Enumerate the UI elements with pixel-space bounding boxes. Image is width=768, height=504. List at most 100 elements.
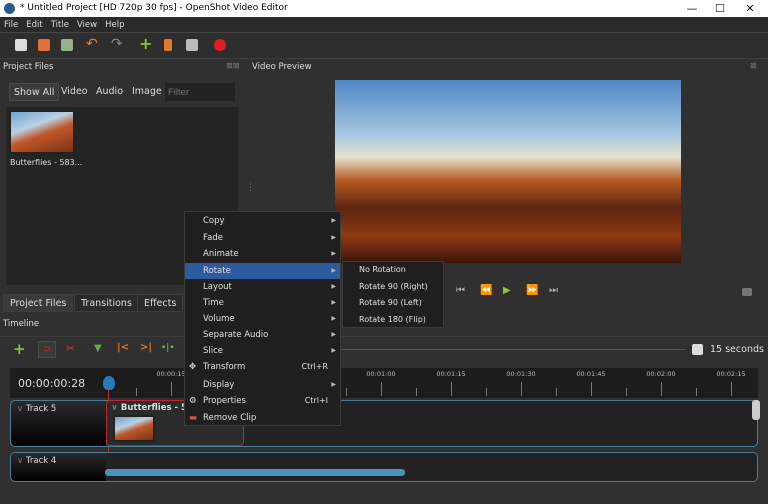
import-files-icon[interactable]: + <box>139 34 152 53</box>
timeline-scrollbar-thumb[interactable] <box>105 469 405 476</box>
ruler-label: 00:01:00 <box>366 370 396 378</box>
rotate-option[interactable]: Rotate 180 (Flip) <box>343 312 443 328</box>
clip-context-menu: Copy ▶ Fade ▶ Animate ▶ Rotate ▶ Layout ▶ Time ▶ Vol… <box>184 211 341 426</box>
playhead-handle[interactable] <box>103 376 115 390</box>
filter-video[interactable]: Video <box>57 83 92 101</box>
menu-item-display[interactable]: Display ▶ <box>185 377 340 393</box>
center-playhead-icon[interactable]: •|• <box>161 343 175 353</box>
clip-thumbnail <box>113 415 155 442</box>
filter-audio[interactable]: Audio <box>92 83 127 101</box>
menu-item-label: Copy <box>203 216 225 226</box>
menu-item-layout[interactable]: Layout ▶ <box>185 279 340 295</box>
tab-effects[interactable]: Effects <box>137 294 184 312</box>
maximize-button[interactable]: ☐ <box>706 0 734 17</box>
rotate-option[interactable]: No Rotation <box>343 262 443 278</box>
zoom-slider-handle[interactable] <box>692 344 703 355</box>
tab-transitions[interactable]: Transitions <box>74 294 139 312</box>
file-item[interactable]: Butterflies - 583... <box>8 110 82 170</box>
ruler-tick <box>591 382 592 396</box>
submenu-arrow-icon: ▶ <box>331 315 336 322</box>
zoom-slider-track[interactable] <box>340 349 685 350</box>
redo-icon[interactable]: ↷ <box>111 36 123 52</box>
ruler-tick <box>486 388 487 396</box>
splitter-handle[interactable]: ⋮ <box>246 183 255 193</box>
previous-marker-icon[interactable]: |< <box>117 342 129 353</box>
track-4[interactable]: ∨ Track 4 <box>10 452 758 482</box>
panel-float-close-icon[interactable]: ⊠⊠ <box>226 61 239 70</box>
ruler-tick <box>626 388 627 396</box>
razor-icon[interactable]: ✂ <box>66 342 75 355</box>
file-name: Butterflies - 583... <box>10 158 83 167</box>
track-name: ∨ Track 5 <box>11 401 106 446</box>
submenu-arrow-icon: ▶ <box>331 217 336 224</box>
track-name: ∨ Track 4 <box>11 453 106 481</box>
menu-item-copy[interactable]: Copy ▶ <box>185 213 340 229</box>
menu-item-time[interactable]: Time ▶ <box>185 295 340 311</box>
play-icon[interactable]: ▶ <box>503 285 511 296</box>
minimize-button[interactable]: — <box>678 0 706 17</box>
menu-item-fade[interactable]: Fade ▶ <box>185 230 340 246</box>
ruler-tick <box>556 388 557 396</box>
filter-image[interactable]: Image <box>128 83 166 101</box>
vertical-scrollbar-thumb[interactable] <box>752 400 760 420</box>
timeline-ruler[interactable]: 00:00:00:28 00:00:1500:00:3000:00:4500:0… <box>10 368 758 398</box>
project-files-header: Project Files <box>3 62 54 72</box>
menu-item-label: Rotate <box>203 266 231 276</box>
save-project-icon[interactable] <box>61 39 73 51</box>
close-button[interactable]: ✕ <box>736 0 764 17</box>
filter-input[interactable] <box>165 83 235 101</box>
menu-item-transform[interactable]: Transform Ctrl+R ✥ <box>185 359 340 375</box>
camera-icon[interactable] <box>742 288 752 296</box>
rotate-option[interactable]: Rotate 90 (Right) <box>343 279 443 295</box>
export-video-icon[interactable] <box>214 39 226 51</box>
fullscreen-icon[interactable] <box>186 39 198 51</box>
profile-icon[interactable] <box>164 39 172 51</box>
filter-show-all[interactable]: Show All <box>9 83 60 101</box>
menu-item-label: Slice <box>203 346 224 356</box>
window-title: * Untitled Project [HD 720p 30 fps] - Op… <box>20 3 288 13</box>
menu-item-properties[interactable]: Properties Ctrl+I ⚙ <box>185 393 340 409</box>
undo-icon[interactable]: ↶ <box>86 36 98 52</box>
ruler-label: 00:01:30 <box>506 370 536 378</box>
jump-end-icon[interactable]: ⏭ <box>549 285 558 296</box>
submenu-arrow-icon: ▶ <box>331 331 336 338</box>
menu-item-rotate[interactable]: Rotate ▶ <box>185 263 340 279</box>
ruler-tick <box>521 382 522 396</box>
menu-help[interactable]: Help <box>101 17 128 33</box>
menu-item-slice[interactable]: Slice ▶ <box>185 343 340 359</box>
menu-edit[interactable]: Edit <box>22 17 46 33</box>
snapping-magnet-icon[interactable]: ⊃ <box>38 341 56 358</box>
fast-forward-icon[interactable]: ⏩ <box>526 285 538 296</box>
menu-item-label: Time <box>203 298 224 308</box>
ruler-label: 00:01:45 <box>576 370 606 378</box>
new-project-icon[interactable] <box>15 39 27 51</box>
zoom-level-label: 15 seconds <box>710 344 764 355</box>
menu-item-remove-clip[interactable]: Remove Clip ▬ <box>185 410 340 426</box>
ruler-label: 00:02:00 <box>646 370 676 378</box>
menu-item-separate-audio[interactable]: Separate Audio ▶ <box>185 327 340 343</box>
openshot-logo-icon <box>4 3 15 14</box>
menu-item-animate[interactable]: Animate ▶ <box>185 246 340 262</box>
submenu-arrow-icon: ▶ <box>331 381 336 388</box>
open-project-icon[interactable] <box>38 39 50 51</box>
menu-file[interactable]: File <box>0 17 22 33</box>
menu-view[interactable]: View <box>73 17 101 33</box>
ruler-tick <box>416 388 417 396</box>
rewind-icon[interactable]: ⏪ <box>480 285 492 296</box>
next-marker-icon[interactable]: >| <box>140 342 152 353</box>
menu-title[interactable]: Title <box>47 17 73 33</box>
rotate-option[interactable]: Rotate 90 (Left) <box>343 295 443 311</box>
menu-item-label: Fade <box>203 233 223 243</box>
menu-item-label: Volume <box>203 314 235 324</box>
shortcut-label: Ctrl+R <box>301 362 329 371</box>
tab-project-files[interactable]: Project Files <box>3 294 74 312</box>
shortcut-label: Ctrl+I <box>304 396 328 405</box>
add-marker-icon[interactable]: ▼ <box>94 343 102 354</box>
jump-start-icon[interactable]: ⏮ <box>456 285 465 296</box>
timeline-header: Timeline <box>3 319 40 329</box>
main-toolbar: ↶ ↷ + <box>0 33 768 59</box>
add-track-icon[interactable]: + <box>13 340 26 358</box>
menu-item-volume[interactable]: Volume ▶ <box>185 311 340 327</box>
submenu-arrow-icon: ▶ <box>331 347 336 354</box>
preview-float-close-icon[interactable]: ⊠ <box>750 61 757 70</box>
